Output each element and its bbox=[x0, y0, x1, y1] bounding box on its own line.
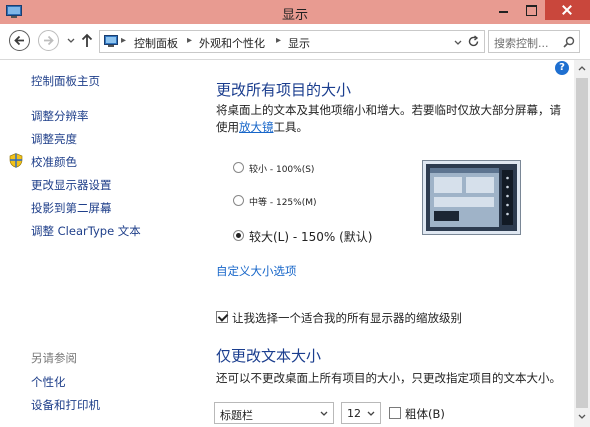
see-also-heading: 另请参阅 bbox=[31, 351, 77, 365]
navigation-bar: ▸ 控制面板 ▸ 外观和个性化 ▸ 显示 搜索控制... bbox=[0, 24, 590, 60]
sidebar-item-project-second-screen[interactable]: 投影到第二屏幕 bbox=[31, 200, 112, 216]
radio-larger[interactable] bbox=[233, 230, 244, 241]
search-icon bbox=[563, 36, 575, 48]
page-title: 更改所有项目的大小 bbox=[216, 81, 352, 99]
font-size-value: 12 bbox=[347, 407, 361, 420]
refresh-icon bbox=[468, 35, 479, 47]
scale-level-checkbox[interactable] bbox=[216, 311, 228, 323]
minimize-button[interactable] bbox=[490, 0, 516, 20]
sidebar-item-adjust-resolution[interactable]: 调整分辨率 bbox=[31, 108, 89, 124]
radio-medium[interactable] bbox=[233, 195, 244, 206]
radio-smaller-label: 较小 - 100%(S) bbox=[249, 165, 315, 175]
sidebar-item-adjust-brightness[interactable]: 调整亮度 bbox=[31, 131, 77, 147]
sidebar-item-personalization[interactable]: 个性化 bbox=[31, 374, 66, 390]
description-suffix: 工具。 bbox=[273, 120, 309, 134]
recent-locations-chevron-down-icon[interactable] bbox=[67, 38, 75, 44]
breadcrumb-separator: ▸ bbox=[121, 35, 127, 46]
chevron-down-icon bbox=[320, 411, 328, 416]
address-bar[interactable]: ▸ 控制面板 ▸ 外观和个性化 ▸ 显示 bbox=[99, 30, 485, 53]
breadcrumb-separator: ▸ bbox=[276, 35, 282, 46]
breadcrumb-appearance[interactable]: 外观和个性化 bbox=[199, 35, 265, 51]
back-button[interactable] bbox=[9, 30, 30, 51]
refresh-button[interactable] bbox=[463, 30, 485, 53]
text-size-description: 还可以不更改桌面上所有项目的大小，只更改指定项目的文本大小。 bbox=[216, 371, 561, 385]
chevron-down-icon bbox=[367, 411, 375, 416]
breadcrumb-control-panel[interactable]: 控制面板 bbox=[134, 35, 178, 51]
radio-smaller[interactable] bbox=[233, 162, 244, 173]
up-arrow-icon[interactable] bbox=[81, 33, 93, 48]
sidebar-item-change-display-settings[interactable]: 更改显示器设置 bbox=[31, 177, 112, 193]
left-sidebar: 控制面板主页 调整分辨率 调整亮度 校准颜色 更改显示器设置 投影到第二屏幕 调… bbox=[0, 60, 200, 427]
scale-level-label: 让我选择一个适合我的所有显示器的缩放级别 bbox=[232, 311, 462, 325]
bold-checkbox[interactable] bbox=[389, 407, 401, 419]
item-select[interactable]: 标题栏 bbox=[214, 402, 334, 424]
maximize-button[interactable] bbox=[518, 0, 544, 20]
description-line-1: 将桌面上的文本及其他项缩小和增大。若要临时仅放大部分屏幕，请 bbox=[216, 103, 561, 117]
help-icon[interactable]: ? bbox=[555, 61, 569, 75]
chevron-down-icon[interactable] bbox=[454, 40, 462, 46]
sidebar-item-devices-printers[interactable]: 设备和打印机 bbox=[31, 397, 100, 413]
breadcrumb-separator: ▸ bbox=[187, 35, 193, 46]
description-prefix: 使用 bbox=[216, 120, 239, 134]
close-button[interactable] bbox=[545, 0, 590, 20]
sidebar-item-calibrate-color[interactable]: 校准颜色 bbox=[31, 154, 77, 170]
vertical-scrollbar[interactable] bbox=[574, 60, 590, 427]
description-line-2: 使用放大镜工具。 bbox=[216, 119, 308, 135]
screen-preview-illustration bbox=[422, 160, 521, 235]
search-box[interactable]: 搜索控制... bbox=[488, 30, 580, 53]
scroll-up-arrow-icon[interactable] bbox=[578, 65, 586, 71]
scrollbar-thumb[interactable] bbox=[576, 78, 588, 408]
search-placeholder: 搜索控制... bbox=[494, 37, 549, 50]
forward-arrow-icon bbox=[44, 35, 54, 46]
title-bar: 显示 bbox=[0, 0, 590, 24]
forward-button[interactable] bbox=[38, 30, 59, 51]
item-select-value: 标题栏 bbox=[220, 409, 253, 422]
magnifier-link[interactable]: 放大镜 bbox=[239, 120, 274, 134]
radio-larger-label: 较大(L) - 150% (默认) bbox=[249, 230, 373, 244]
shield-icon bbox=[9, 153, 23, 168]
breadcrumb-display[interactable]: 显示 bbox=[288, 35, 310, 51]
sidebar-item-adjust-cleartype[interactable]: 调整 ClearType 文本 bbox=[31, 223, 141, 239]
control-panel-icon bbox=[104, 35, 118, 47]
font-size-select[interactable]: 12 bbox=[341, 402, 381, 424]
sidebar-item-control-panel-home[interactable]: 控制面板主页 bbox=[31, 73, 100, 89]
radio-medium-label: 中等 - 125%(M) bbox=[249, 198, 317, 208]
scroll-down-arrow-icon[interactable] bbox=[578, 414, 586, 420]
bold-checkbox-label: 粗体(B) bbox=[405, 407, 445, 421]
text-size-heading: 仅更改文本大小 bbox=[216, 347, 322, 365]
custom-sizing-link[interactable]: 自定义大小选项 bbox=[216, 263, 297, 279]
back-arrow-icon bbox=[14, 35, 24, 46]
